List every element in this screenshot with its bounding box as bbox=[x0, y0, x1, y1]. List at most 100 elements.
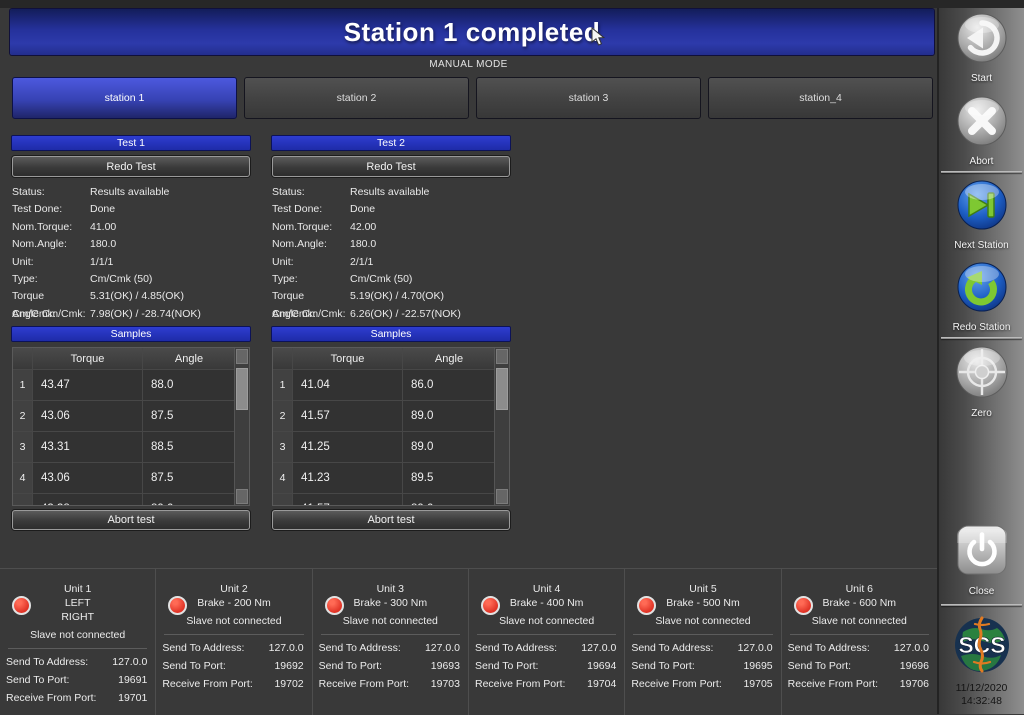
table-row[interactable]: 243.0687.5 bbox=[13, 401, 235, 432]
table-header-row: Torque Angle bbox=[273, 348, 495, 370]
samples-header-2: Samples bbox=[272, 327, 510, 341]
info-row: Test Done:Done bbox=[12, 201, 250, 218]
unit-row: Send To Address:127.0.0 bbox=[319, 639, 460, 657]
info-row: Unit:1/1/1 bbox=[12, 254, 250, 271]
units-bar: Unit 1 LEFT RIGHT Slave not connected Se… bbox=[0, 568, 937, 715]
torque-column-header: Torque bbox=[293, 348, 403, 370]
unit-row: Send To Address:127.0.0 bbox=[475, 639, 616, 657]
unit-row: Send To Port:19693 bbox=[319, 657, 460, 675]
table-row[interactable]: 241.5789.0 bbox=[273, 401, 495, 432]
unit-status: Slave not connected bbox=[782, 615, 937, 627]
status-title-text: Station 1 completed bbox=[344, 17, 601, 47]
unit-row: Receive From Port:19706 bbox=[788, 675, 929, 693]
samples-header-1: Samples bbox=[12, 327, 250, 341]
samples-table-1: Torque Angle 143.4788.0 243.0687.5 343.3… bbox=[12, 347, 250, 506]
station-tab-3[interactable]: station 3 bbox=[476, 77, 701, 119]
redo-test-button-2[interactable]: Redo Test bbox=[272, 156, 510, 177]
mode-label: MANUAL MODE bbox=[0, 59, 937, 70]
table-row[interactable]: 543.3889.0 bbox=[13, 494, 235, 506]
unit-status: Slave not connected bbox=[156, 615, 311, 627]
status-led-icon bbox=[168, 596, 187, 615]
start-label: Start bbox=[939, 73, 1024, 84]
table-header-row: Torque Angle bbox=[13, 348, 235, 370]
unit-status: Slave not connected bbox=[625, 615, 780, 627]
next-station-icon bbox=[956, 179, 1008, 231]
zero-icon bbox=[955, 345, 1009, 399]
sidebar-divider bbox=[941, 604, 1022, 606]
redo-station-label: Redo Station bbox=[939, 322, 1024, 333]
start-icon bbox=[956, 12, 1008, 64]
table-row[interactable]: 141.0486.0 bbox=[273, 370, 495, 401]
unit-name: Unit 5 bbox=[625, 582, 780, 596]
station-tab-4[interactable]: station_4 bbox=[708, 77, 933, 119]
unit-row: Send To Port:19692 bbox=[162, 657, 303, 675]
info-row: Type:Cm/Cmk (50) bbox=[272, 271, 510, 288]
scroll-up-button[interactable] bbox=[236, 349, 248, 364]
scroll-down-button[interactable] bbox=[496, 489, 508, 504]
unit-row: Send To Address:127.0.0 bbox=[631, 639, 772, 657]
next-station-button[interactable]: Next Station bbox=[939, 179, 1024, 251]
window-top-strip bbox=[0, 0, 1024, 8]
table-row[interactable]: 341.2589.0 bbox=[273, 432, 495, 463]
unit-row: Send To Port:19695 bbox=[631, 657, 772, 675]
divider bbox=[790, 634, 929, 635]
info-row: Nom.Torque:41.00 bbox=[12, 219, 250, 236]
time-label: 14:32:48 bbox=[939, 695, 1024, 708]
mouse-cursor-icon bbox=[591, 27, 607, 52]
table-row[interactable]: 541.5789.0 bbox=[273, 494, 495, 506]
unit-row: Receive From Port:19705 bbox=[631, 675, 772, 693]
redo-test-button-1[interactable]: Redo Test bbox=[12, 156, 250, 177]
divider bbox=[8, 648, 147, 649]
unit-name: Unit 4 bbox=[469, 582, 624, 596]
scs-logo-icon: SCS bbox=[951, 612, 1013, 676]
abort-test-button-1[interactable]: Abort test bbox=[12, 510, 250, 530]
zero-button[interactable]: Zero bbox=[939, 345, 1024, 419]
status-led-icon bbox=[12, 596, 31, 615]
abort-test-button-2[interactable]: Abort test bbox=[272, 510, 510, 530]
scroll-up-button[interactable] bbox=[496, 349, 508, 364]
divider bbox=[164, 634, 303, 635]
test-2-info: Status:Results available Test Done:Done … bbox=[272, 184, 510, 323]
station-tab-1[interactable]: station 1 bbox=[12, 77, 237, 119]
info-row: Status:Results available bbox=[272, 184, 510, 201]
info-row: Torque Cm/Cmk:5.19(OK) / 4.70(OK) bbox=[272, 288, 510, 305]
unit-name: Unit 1 bbox=[0, 582, 155, 596]
abort-icon bbox=[956, 95, 1008, 147]
scroll-thumb[interactable] bbox=[236, 368, 248, 410]
test-2-header: Test 2 bbox=[272, 136, 510, 150]
divider bbox=[633, 634, 772, 635]
table-row[interactable]: 143.4788.0 bbox=[13, 370, 235, 401]
station-tabs: station 1 station 2 station 3 station_4 bbox=[12, 77, 933, 119]
divider bbox=[321, 634, 460, 635]
scroll-thumb[interactable] bbox=[496, 368, 508, 410]
table-row[interactable]: 343.3188.5 bbox=[13, 432, 235, 463]
sidebar-divider bbox=[941, 337, 1022, 339]
close-button[interactable]: Close bbox=[939, 523, 1024, 597]
unit-row: Receive From Port:19702 bbox=[162, 675, 303, 693]
redo-station-icon bbox=[956, 261, 1008, 313]
table-scrollbar[interactable] bbox=[494, 348, 509, 505]
status-led-icon bbox=[637, 596, 656, 615]
sidebar-divider bbox=[941, 171, 1022, 173]
info-row: Type:Cm/Cmk (50) bbox=[12, 271, 250, 288]
unit-row: Send To Address:127.0.0 bbox=[788, 639, 929, 657]
abort-button[interactable]: Abort bbox=[939, 95, 1024, 167]
status-led-icon bbox=[794, 596, 813, 615]
table-scrollbar[interactable] bbox=[234, 348, 249, 505]
status-led-icon bbox=[325, 596, 344, 615]
unit-row: Receive From Port:19704 bbox=[475, 675, 616, 693]
scroll-down-button[interactable] bbox=[236, 489, 248, 504]
station-tab-2[interactable]: station 2 bbox=[244, 77, 469, 119]
unit-panel-1: Unit 1 LEFT RIGHT Slave not connected Se… bbox=[0, 569, 156, 715]
table-row[interactable]: 443.0687.5 bbox=[13, 463, 235, 494]
sidebar: Start Abort Next Station Redo Station bbox=[937, 0, 1024, 714]
redo-station-button[interactable]: Redo Station bbox=[939, 261, 1024, 333]
start-button[interactable]: Start bbox=[939, 12, 1024, 84]
unit-row: Receive From Port:19703 bbox=[319, 675, 460, 693]
unit-row: Receive From Port:19701 bbox=[6, 689, 147, 707]
unit-panel-2: Unit 2 Brake - 200 Nm Slave not connecte… bbox=[156, 569, 312, 715]
info-row: Status:Results available bbox=[12, 184, 250, 201]
torque-column-header: Torque bbox=[33, 348, 143, 370]
info-row: Nom.Torque:42.00 bbox=[272, 219, 510, 236]
table-row[interactable]: 441.2389.5 bbox=[273, 463, 495, 494]
